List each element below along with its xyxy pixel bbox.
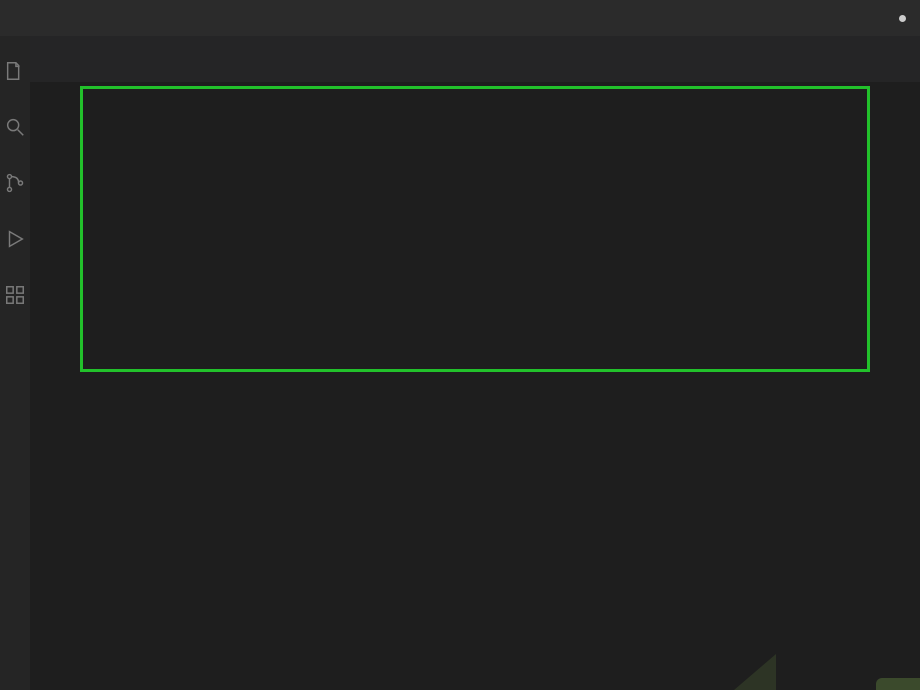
activity-bar <box>0 36 30 690</box>
dirty-dot-icon <box>899 15 906 22</box>
watermark-decoration <box>734 654 776 690</box>
menu-bar <box>0 0 920 36</box>
editor-area <box>30 36 920 690</box>
annotation-highlight-box <box>80 86 870 372</box>
editor-wrap <box>30 82 920 690</box>
run-debug-icon[interactable] <box>4 228 26 250</box>
source-control-icon[interactable] <box>4 172 26 194</box>
explorer-icon[interactable] <box>4 60 26 82</box>
search-icon[interactable] <box>4 116 26 138</box>
watermark <box>876 678 920 690</box>
tab-bar <box>30 36 920 82</box>
title-bar-filename <box>899 15 912 22</box>
extensions-icon[interactable] <box>4 284 26 306</box>
